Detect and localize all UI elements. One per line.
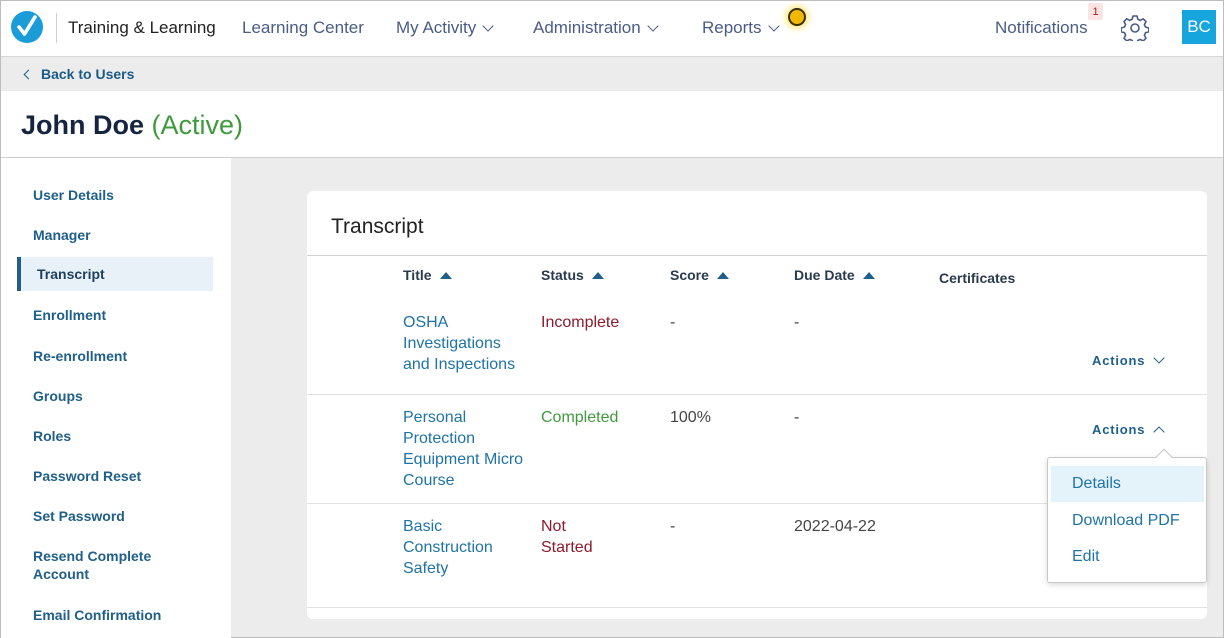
user-sidebar: User Details Manager Transcript Enrollme…	[1, 158, 231, 638]
logo-divider	[56, 13, 57, 43]
transcript-title: Transcript	[331, 215, 424, 238]
menu-item-edit[interactable]: Edit	[1051, 539, 1204, 575]
due-date-value: -	[794, 314, 800, 331]
settings-gear-icon[interactable]	[1120, 13, 1150, 45]
nav-notifications-label: Notifications	[995, 18, 1088, 37]
page-header: John Doe (Active)	[1, 91, 1223, 158]
sidebar-item-transcript[interactable]: Transcript	[17, 257, 213, 291]
back-to-users-link[interactable]: Back to Users	[23, 66, 135, 82]
nav-learning-center-label: Learning Center	[242, 18, 364, 37]
status-badge: Not Started	[541, 518, 593, 556]
sort-ascending-icon	[862, 271, 875, 279]
back-bar: Back to Users	[1, 58, 1223, 91]
user-status: (Active)	[151, 110, 244, 140]
nav-reports[interactable]: Reports	[702, 18, 780, 38]
nav-my-activity[interactable]: My Activity	[396, 18, 494, 38]
column-header-due-date-label: Due Date	[794, 267, 855, 283]
sidebar-item-manager[interactable]: Manager	[33, 226, 213, 244]
page-title: John Doe (Active)	[21, 110, 243, 141]
sidebar-item-re-enrollment[interactable]: Re-enrollment	[33, 347, 213, 365]
sort-ascending-icon	[591, 271, 604, 279]
sidebar-item-resend-complete-account[interactable]: Resend Complete Account	[33, 547, 183, 583]
sort-ascending-icon	[439, 271, 452, 279]
chevron-up-icon	[1153, 426, 1165, 438]
column-header-certificates: Certificates	[939, 270, 1015, 286]
row-divider	[307, 607, 1207, 608]
column-header-certificates-label: Certificates	[939, 270, 1016, 286]
column-header-title[interactable]: Title	[403, 267, 452, 283]
sidebar-item-set-password[interactable]: Set Password	[33, 507, 213, 525]
actions-dropdown-menu: Details Download PDF Edit	[1047, 448, 1207, 583]
cursor-indicator	[788, 8, 806, 26]
actions-button[interactable]: Actions	[1092, 352, 1165, 368]
actions-button[interactable]: Actions	[1092, 422, 1165, 438]
app-logo-check-icon[interactable]	[11, 11, 43, 43]
menu-item-details[interactable]: Details	[1051, 466, 1204, 502]
chevron-left-icon	[23, 69, 34, 79]
nav-reports-label: Reports	[702, 18, 762, 37]
sidebar-item-enrollment[interactable]: Enrollment	[33, 306, 213, 324]
sidebar-item-groups[interactable]: Groups	[33, 387, 213, 405]
column-header-score-label: Score	[670, 267, 709, 283]
column-header-due-date[interactable]: Due Date	[794, 267, 875, 283]
column-header-score[interactable]: Score	[670, 267, 729, 283]
card-divider	[307, 255, 1207, 256]
actions-label: Actions	[1092, 422, 1146, 437]
column-header-title-label: Title	[403, 267, 432, 283]
sidebar-item-password-reset[interactable]: Password Reset	[33, 467, 213, 485]
user-name: John Doe	[21, 110, 145, 140]
sidebar-item-user-details[interactable]: User Details	[33, 186, 213, 204]
notification-count-badge: 1	[1088, 3, 1103, 20]
column-header-status[interactable]: Status	[541, 267, 604, 283]
course-title-link[interactable]: Personal Protection Equipment Micro Cour…	[403, 407, 528, 491]
app-name[interactable]: Training & Learning	[68, 18, 216, 38]
due-date-value: 2022-04-22	[794, 518, 876, 535]
chevron-down-icon	[482, 19, 494, 32]
chevron-down-icon	[1153, 352, 1165, 364]
nav-administration[interactable]: Administration	[533, 18, 659, 38]
course-title-link[interactable]: Basic Construction Safety	[403, 516, 513, 579]
nav-my-activity-label: My Activity	[396, 18, 477, 37]
status-badge: Completed	[541, 409, 619, 426]
nav-learning-center[interactable]: Learning Center	[242, 18, 364, 38]
score-value: -	[670, 518, 676, 535]
sidebar-item-email-confirmation[interactable]: Email Confirmation	[33, 606, 213, 624]
row-divider	[307, 394, 1207, 395]
back-to-users-label: Back to Users	[41, 66, 135, 82]
top-navigation-bar: Training & Learning Learning Center My A…	[1, 1, 1223, 57]
user-avatar[interactable]: BC	[1182, 10, 1216, 44]
chevron-down-icon	[647, 19, 659, 32]
column-header-status-label: Status	[541, 267, 584, 283]
status-badge: Incomplete	[541, 314, 620, 331]
sidebar-item-roles[interactable]: Roles	[33, 427, 213, 445]
score-value: 100%	[670, 409, 711, 426]
actions-label: Actions	[1092, 353, 1146, 368]
score-value: -	[670, 314, 676, 331]
nav-notifications[interactable]: Notifications	[995, 18, 1088, 38]
course-title-link[interactable]: OSHA Investigations and Inspections	[403, 312, 528, 375]
sort-ascending-icon	[716, 271, 729, 279]
due-date-value: -	[794, 409, 800, 426]
nav-administration-label: Administration	[533, 18, 641, 37]
chevron-down-icon	[767, 19, 780, 32]
menu-item-download-pdf[interactable]: Download PDF	[1051, 503, 1204, 539]
